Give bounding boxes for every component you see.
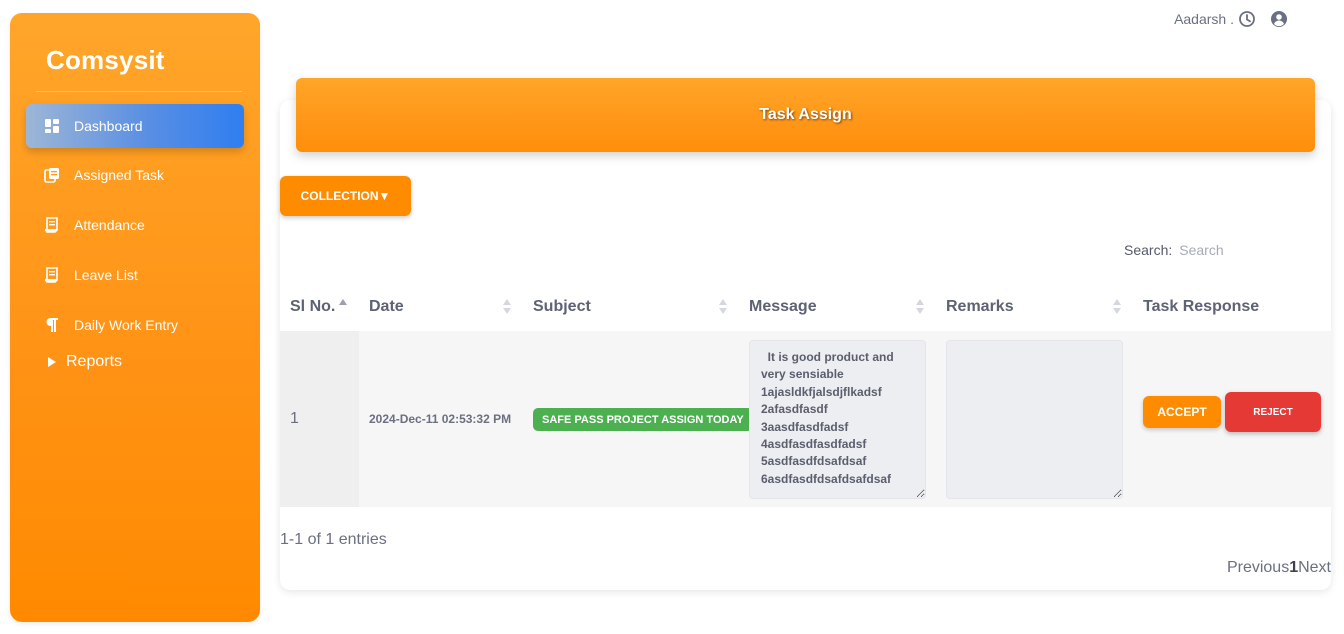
sidebar-item-reports[interactable]: Reports [48, 353, 122, 371]
page-header-banner: Task Assign [296, 78, 1315, 152]
search-box: Search: [1124, 242, 1310, 258]
pagination: Previous 1 Next [1227, 559, 1331, 577]
reject-button[interactable]: REJECT [1225, 392, 1321, 432]
search-input[interactable] [1179, 242, 1310, 258]
column-header-subject[interactable]: Subject [533, 298, 591, 316]
receipt-icon [44, 267, 60, 283]
current-page-link[interactable]: 1 [1289, 559, 1298, 577]
message-textarea[interactable]: It is good product and very sensiable 1a… [749, 340, 926, 499]
column-header-task-response[interactable]: Task Response [1143, 298, 1259, 316]
column-header-sl-no[interactable]: Sl No. [290, 298, 335, 316]
receipt-icon [44, 217, 60, 233]
sidebar-item-assigned-task[interactable]: Assigned Task [26, 153, 244, 197]
sidebar-item-attendance[interactable]: Attendance [26, 203, 244, 247]
dashboard-icon [44, 118, 60, 134]
sidebar-item-label: Assigned Task [74, 167, 165, 183]
subject-badge: SAFE PASS PROJECT ASSIGN TODAY [533, 408, 753, 431]
search-label: Search: [1124, 242, 1173, 258]
page-title: Task Assign [759, 106, 852, 123]
username: Aadarsh . [1174, 11, 1234, 27]
column-header-message[interactable]: Message [749, 298, 817, 316]
brand-logo: Comsysit [46, 45, 165, 75]
sidebar-item-label: Attendance [74, 217, 145, 233]
next-page-link[interactable]: Next [1298, 559, 1331, 577]
sort-icon[interactable] [503, 298, 511, 316]
sidebar-item-label: Dashboard [74, 118, 143, 134]
column-header-date[interactable]: Date [369, 298, 404, 316]
copy-icon [44, 167, 60, 183]
sidebar-item-dashboard[interactable]: Dashboard [26, 104, 244, 148]
accept-button[interactable]: ACCEPT [1143, 396, 1221, 428]
sidebar-item-label: Daily Work Entry [74, 317, 178, 333]
user-avatar-icon[interactable] [1270, 10, 1288, 28]
sort-icon[interactable] [1113, 298, 1121, 316]
caret-right-icon [48, 357, 56, 367]
cell-date: 2024-Dec-11 02:53:32 PM [369, 412, 512, 426]
entries-info: 1-1 of 1 entries [280, 531, 387, 548]
paragraph-icon [44, 317, 60, 333]
sidebar-item-leave-list[interactable]: Leave List [26, 253, 244, 297]
user-bar: Aadarsh . [1174, 10, 1288, 28]
sort-icon[interactable] [916, 298, 924, 316]
reports-label: Reports [66, 353, 123, 370]
sidebar-item-label: Leave List [74, 267, 138, 283]
column-header-remarks[interactable]: Remarks [946, 298, 1014, 316]
sort-asc-icon[interactable] [339, 298, 347, 316]
sidebar-item-daily-work-entry[interactable]: Daily Work Entry [26, 303, 244, 347]
divider [36, 91, 242, 92]
collection-dropdown-button[interactable]: COLLECTION▼ [280, 176, 411, 216]
clock-icon[interactable] [1238, 10, 1256, 28]
cell-sl-no: 1 [290, 410, 299, 427]
previous-page-link[interactable]: Previous [1227, 559, 1289, 577]
remarks-textarea[interactable] [946, 340, 1123, 499]
sidebar: Comsysit Dashboard Assigned Task Attenda… [10, 13, 260, 622]
sort-icon[interactable] [719, 298, 727, 316]
